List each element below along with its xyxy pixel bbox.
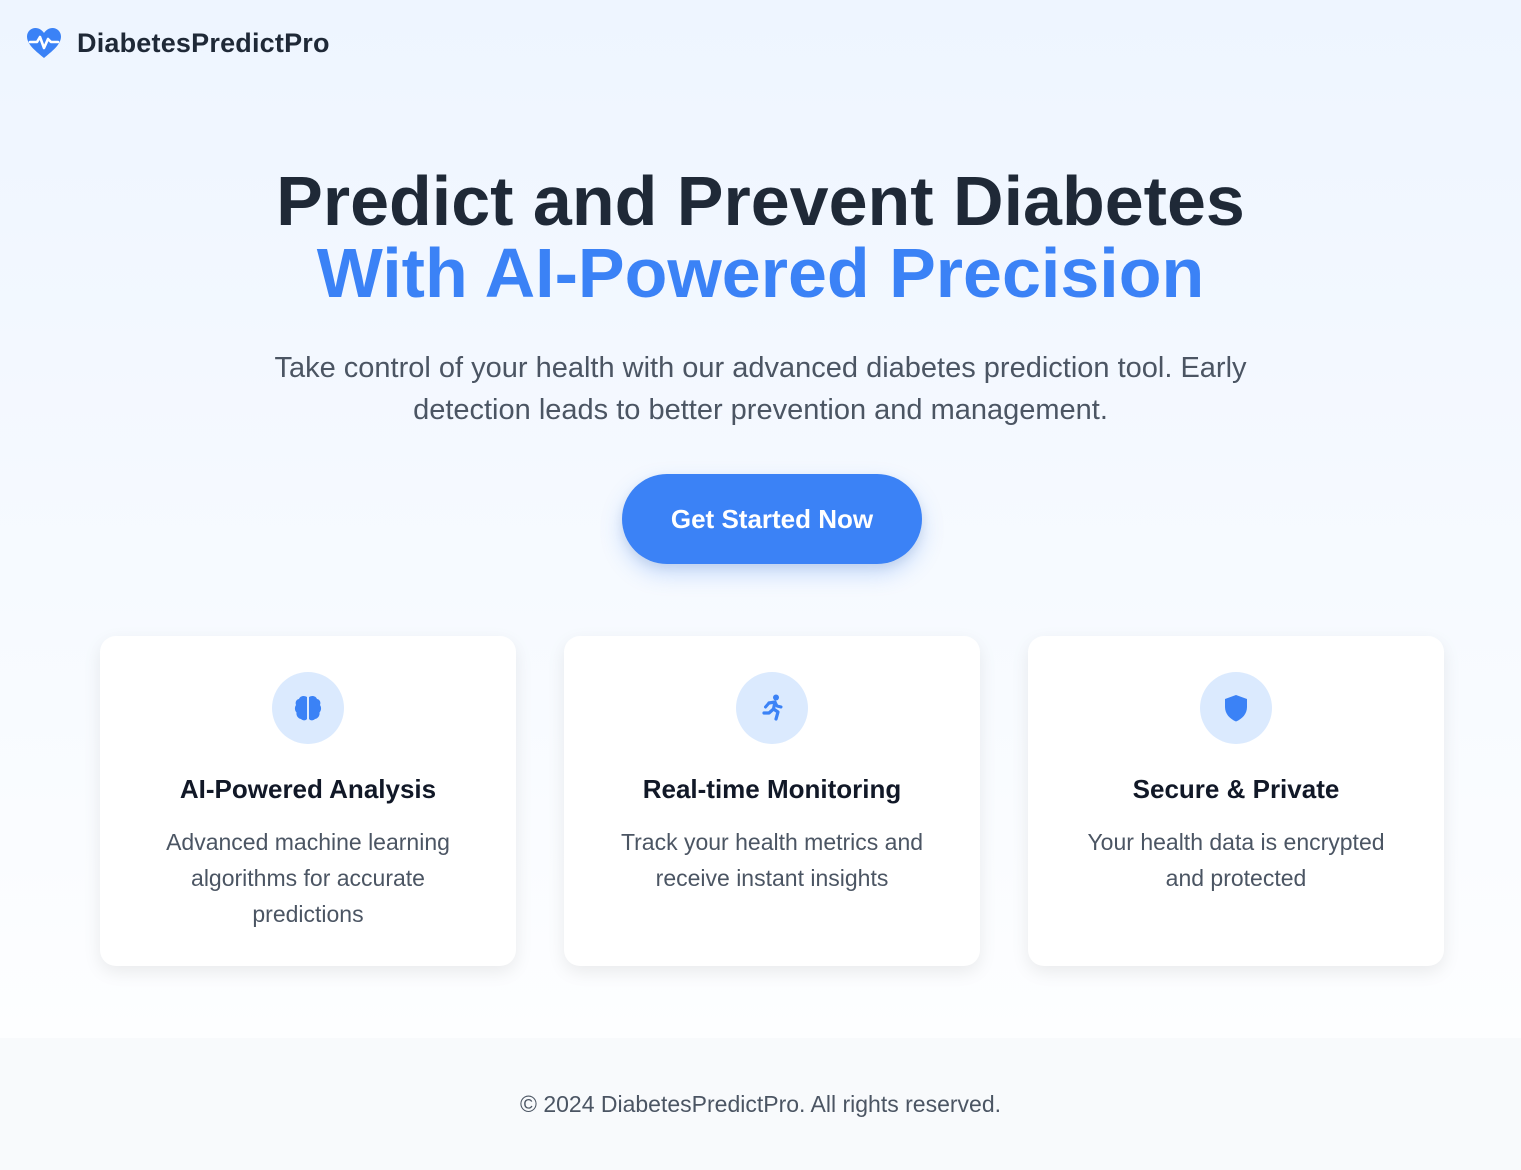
hero-title-line-2: With AI-Powered Precision xyxy=(316,234,1205,312)
feature-card-monitoring: Real-time Monitoring Track your health m… xyxy=(564,636,980,966)
heart-pulse-icon xyxy=(27,28,61,58)
feature-icon-circle xyxy=(1200,672,1272,744)
feature-card-ai-analysis: AI-Powered Analysis Advanced machine lea… xyxy=(100,636,516,966)
feature-title: AI-Powered Analysis xyxy=(179,774,437,804)
feature-icon-circle xyxy=(736,672,808,744)
copyright-text: © 2024 DiabetesPredictPro. All rights re… xyxy=(519,1090,1001,1117)
hero-title-line-1: Predict and Prevent Diabetes xyxy=(276,162,1245,240)
feature-description: Advanced machine learning algorithms for… xyxy=(166,829,450,927)
feature-title: Secure & Private xyxy=(1132,774,1340,804)
site-footer: © 2024 DiabetesPredictPro. All rights re… xyxy=(0,1038,1521,1170)
hero-section: Predict and Prevent Diabetes With AI-Pow… xyxy=(0,165,1521,431)
feature-description: Your health data is encrypted and protec… xyxy=(1087,829,1385,891)
running-person-icon xyxy=(762,694,783,721)
shield-icon xyxy=(1225,695,1247,722)
features-section: AI-Powered Analysis Advanced machine lea… xyxy=(100,636,1444,966)
site-header: DiabetesPredictPro xyxy=(25,26,330,60)
get-started-button[interactable]: Get Started Now xyxy=(622,474,922,564)
hero-subtitle: Take control of your health with our adv… xyxy=(274,352,1247,426)
feature-description: Track your health metrics and receive in… xyxy=(620,829,924,891)
feature-card-secure: Secure & Private Your health data is enc… xyxy=(1028,636,1444,966)
brain-icon xyxy=(294,695,322,721)
feature-title: Real-time Monitoring xyxy=(642,774,902,804)
brand-name[interactable]: DiabetesPredictPro xyxy=(77,28,330,59)
page-background: DiabetesPredictPro Predict and Prevent D… xyxy=(0,0,1521,1170)
feature-icon-circle xyxy=(272,672,344,744)
